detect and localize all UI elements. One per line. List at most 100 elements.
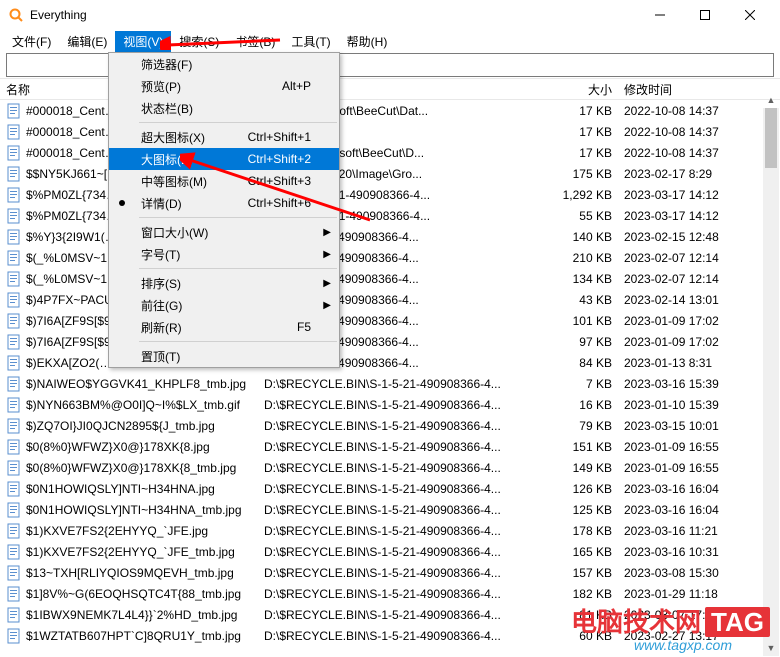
dropdown-item-1[interactable]: 预览(P)Alt+P xyxy=(109,75,339,97)
close-button[interactable] xyxy=(727,1,772,29)
file-name: $0N1HOWIQSLY]NTI~H34HNA_tmb.jpg xyxy=(26,503,256,517)
file-name: $)ZQ7OI}JI0QJCN2895${J_tmb.jpg xyxy=(26,419,256,433)
file-path: D:\$RECYCLE.BIN\S-1-5-21-490908366-4... xyxy=(256,587,554,601)
file-row[interactable]: $0(8%0}WFWZ}X0@}178XK{8_tmb.jpgD:\$RECYC… xyxy=(6,457,774,478)
dropdown-label: 字号(T) xyxy=(141,246,339,263)
file-size: 17 KB xyxy=(554,104,624,118)
menu-separator xyxy=(139,268,337,269)
menu-item-6[interactable]: 帮助(H) xyxy=(339,31,396,52)
file-row[interactable]: $0N1HOWIQSLY]NTI~H34HNA.jpgD:\$RECYCLE.B… xyxy=(6,478,774,499)
file-mtime: 2022-10-08 14:37 xyxy=(624,104,774,118)
col-mtime[interactable]: 修改时间 xyxy=(624,81,774,98)
watermark-url: www.tagxp.com xyxy=(634,637,732,653)
dropdown-item-13[interactable]: 前往(G)▶ xyxy=(109,294,339,316)
file-row[interactable]: $1]8V%~G(6EOQHSQTC4T{88_tmb.jpgD:\$RECYC… xyxy=(6,583,774,604)
file-mtime: 2023-03-17 14:12 xyxy=(624,209,774,223)
file-mtime: 2023-03-15 10:01 xyxy=(624,419,774,433)
watermark: 电脑技术网TAG xyxy=(571,602,770,639)
file-icon xyxy=(6,628,22,644)
dropdown-item-0[interactable]: 筛选器(F) xyxy=(109,53,339,75)
titlebar: Everything xyxy=(0,0,780,30)
file-name: $1)KXVE7FS2{2EHYYQ_`JFE.jpg xyxy=(26,524,256,538)
dropdown-label: 中等图标(M) xyxy=(141,173,248,190)
scrollbar[interactable]: ▲ ▼ xyxy=(763,108,779,656)
menu-separator xyxy=(139,341,337,342)
file-mtime: 2023-01-29 11:18 xyxy=(624,587,774,601)
dropdown-label: 刷新(R) xyxy=(141,319,297,336)
file-icon xyxy=(6,481,22,497)
file-row[interactable]: $13~TXH[RLIYQIOS9MQEVH_tmb.jpgD:\$RECYCL… xyxy=(6,562,774,583)
menu-item-3[interactable]: 搜索(S) xyxy=(171,31,227,52)
file-mtime: 2023-01-09 17:02 xyxy=(624,335,774,349)
file-path: D:\$RECYCLE.BIN\S-1-5-21-490908366-4... xyxy=(256,545,554,559)
file-row[interactable]: $)ZQ7OI}JI0QJCN2895${J_tmb.jpgD:\$RECYCL… xyxy=(6,415,774,436)
dropdown-label: 超大图标(X) xyxy=(141,129,248,146)
file-icon xyxy=(6,271,22,287)
file-row[interactable]: $)NYN663BM%@O0I]Q~I%$LX_tmb.gifD:\$RECYC… xyxy=(6,394,774,415)
file-size: 16 KB xyxy=(554,398,624,412)
file-icon xyxy=(6,565,22,581)
file-name: $)NYN663BM%@O0I]Q~I%$LX_tmb.gif xyxy=(26,398,256,412)
menu-item-1[interactable]: 编辑(E) xyxy=(59,31,115,52)
file-size: 17 KB xyxy=(554,125,624,139)
submenu-arrow-icon: ▶ xyxy=(323,227,331,238)
file-name: $0(8%0}WFWZ}X0@}178XK{8_tmb.jpg xyxy=(26,461,256,475)
dropdown-item-16[interactable]: 置顶(T) xyxy=(109,345,339,367)
maximize-button[interactable] xyxy=(682,1,727,29)
file-size: 178 KB xyxy=(554,524,624,538)
dropdown-item-2[interactable]: 状态栏(B) xyxy=(109,97,339,119)
file-row[interactable]: $1)KXVE7FS2{2EHYYQ_`JFE.jpgD:\$RECYCLE.B… xyxy=(6,520,774,541)
menu-item-5[interactable]: 工具(T) xyxy=(283,31,338,52)
file-mtime: 2023-02-17 8:29 xyxy=(624,167,774,181)
file-row[interactable]: $0(8%0}WFWZ}X0@}178XK{8.jpgD:\$RECYCLE.B… xyxy=(6,436,774,457)
file-icon xyxy=(6,292,22,308)
file-name: $1]8V%~G(6EOQHSQTC4T{88_tmb.jpg xyxy=(26,587,256,601)
file-name: $1IBWX9NEMK7L4L4}}`2%HD_tmb.jpg xyxy=(26,608,256,622)
file-mtime: 2023-03-17 14:12 xyxy=(624,188,774,202)
file-icon xyxy=(6,502,22,518)
file-path: D:\$RECYCLE.BIN\S-1-5-21-490908366-4... xyxy=(256,524,554,538)
file-path: D:\$RECYCLE.BIN\S-1-5-21-490908366-4... xyxy=(256,440,554,454)
app-icon xyxy=(8,7,24,23)
shortcut-label: F5 xyxy=(297,320,339,334)
dropdown-item-4[interactable]: 超大图标(X)Ctrl+Shift+1 xyxy=(109,126,339,148)
menu-item-0[interactable]: 文件(F) xyxy=(4,31,59,52)
dropdown-item-5[interactable]: 大图标(L)Ctrl+Shift+2 xyxy=(109,148,339,170)
file-mtime: 2023-01-13 8:31 xyxy=(624,356,774,370)
dropdown-item-14[interactable]: 刷新(R)F5 xyxy=(109,316,339,338)
scroll-thumb[interactable] xyxy=(765,108,777,168)
file-icon xyxy=(6,124,22,140)
file-path: D:\$RECYCLE.BIN\S-1-5-21-490908366-4... xyxy=(256,461,554,475)
file-row[interactable]: $1)KXVE7FS2{2EHYYQ_`JFE_tmb.jpgD:\$RECYC… xyxy=(6,541,774,562)
file-mtime: 2023-03-16 11:21 xyxy=(624,524,774,538)
file-size: 125 KB xyxy=(554,503,624,517)
menu-item-4[interactable]: 书签(B) xyxy=(227,31,283,52)
menu-item-2[interactable]: 视图(V) xyxy=(115,31,171,52)
dropdown-item-6[interactable]: 中等图标(M)Ctrl+Shift+3 xyxy=(109,170,339,192)
file-mtime: 2023-02-14 13:01 xyxy=(624,293,774,307)
shortcut-label: Ctrl+Shift+2 xyxy=(248,152,339,166)
file-row[interactable]: $0N1HOWIQSLY]NTI~H34HNA_tmb.jpgD:\$RECYC… xyxy=(6,499,774,520)
dropdown-item-12[interactable]: 排序(S)▶ xyxy=(109,272,339,294)
dropdown-label: 前往(G) xyxy=(141,297,339,314)
scroll-up-icon[interactable]: ▲ xyxy=(763,92,779,108)
file-icon xyxy=(6,103,22,119)
view-dropdown: 筛选器(F)预览(P)Alt+P状态栏(B)超大图标(X)Ctrl+Shift+… xyxy=(108,52,340,368)
dropdown-label: 窗口大小(W) xyxy=(141,224,339,241)
dropdown-item-9[interactable]: 窗口大小(W)▶ xyxy=(109,221,339,243)
dropdown-label: 排序(S) xyxy=(141,275,339,292)
file-row[interactable]: $)NAIWEO$YGGVK41_KHPLF8_tmb.jpgD:\$RECYC… xyxy=(6,373,774,394)
minimize-button[interactable] xyxy=(637,1,682,29)
dropdown-item-7[interactable]: 详情(D)Ctrl+Shift+6 xyxy=(109,192,339,214)
file-icon xyxy=(6,544,22,560)
file-path: D:\$RECYCLE.BIN\S-1-5-21-490908366-4... xyxy=(256,398,554,412)
col-size[interactable]: 大小 xyxy=(554,81,624,98)
file-path: D:\$RECYCLE.BIN\S-1-5-21-490908366-4... xyxy=(256,629,554,643)
dropdown-label: 大图标(L) xyxy=(141,151,248,168)
shortcut-label: Ctrl+Shift+3 xyxy=(248,174,339,188)
submenu-arrow-icon: ▶ xyxy=(323,249,331,260)
dropdown-item-10[interactable]: 字号(T)▶ xyxy=(109,243,339,265)
scroll-down-icon[interactable]: ▼ xyxy=(763,640,779,656)
file-size: 175 KB xyxy=(554,167,624,181)
submenu-arrow-icon: ▶ xyxy=(323,278,331,289)
